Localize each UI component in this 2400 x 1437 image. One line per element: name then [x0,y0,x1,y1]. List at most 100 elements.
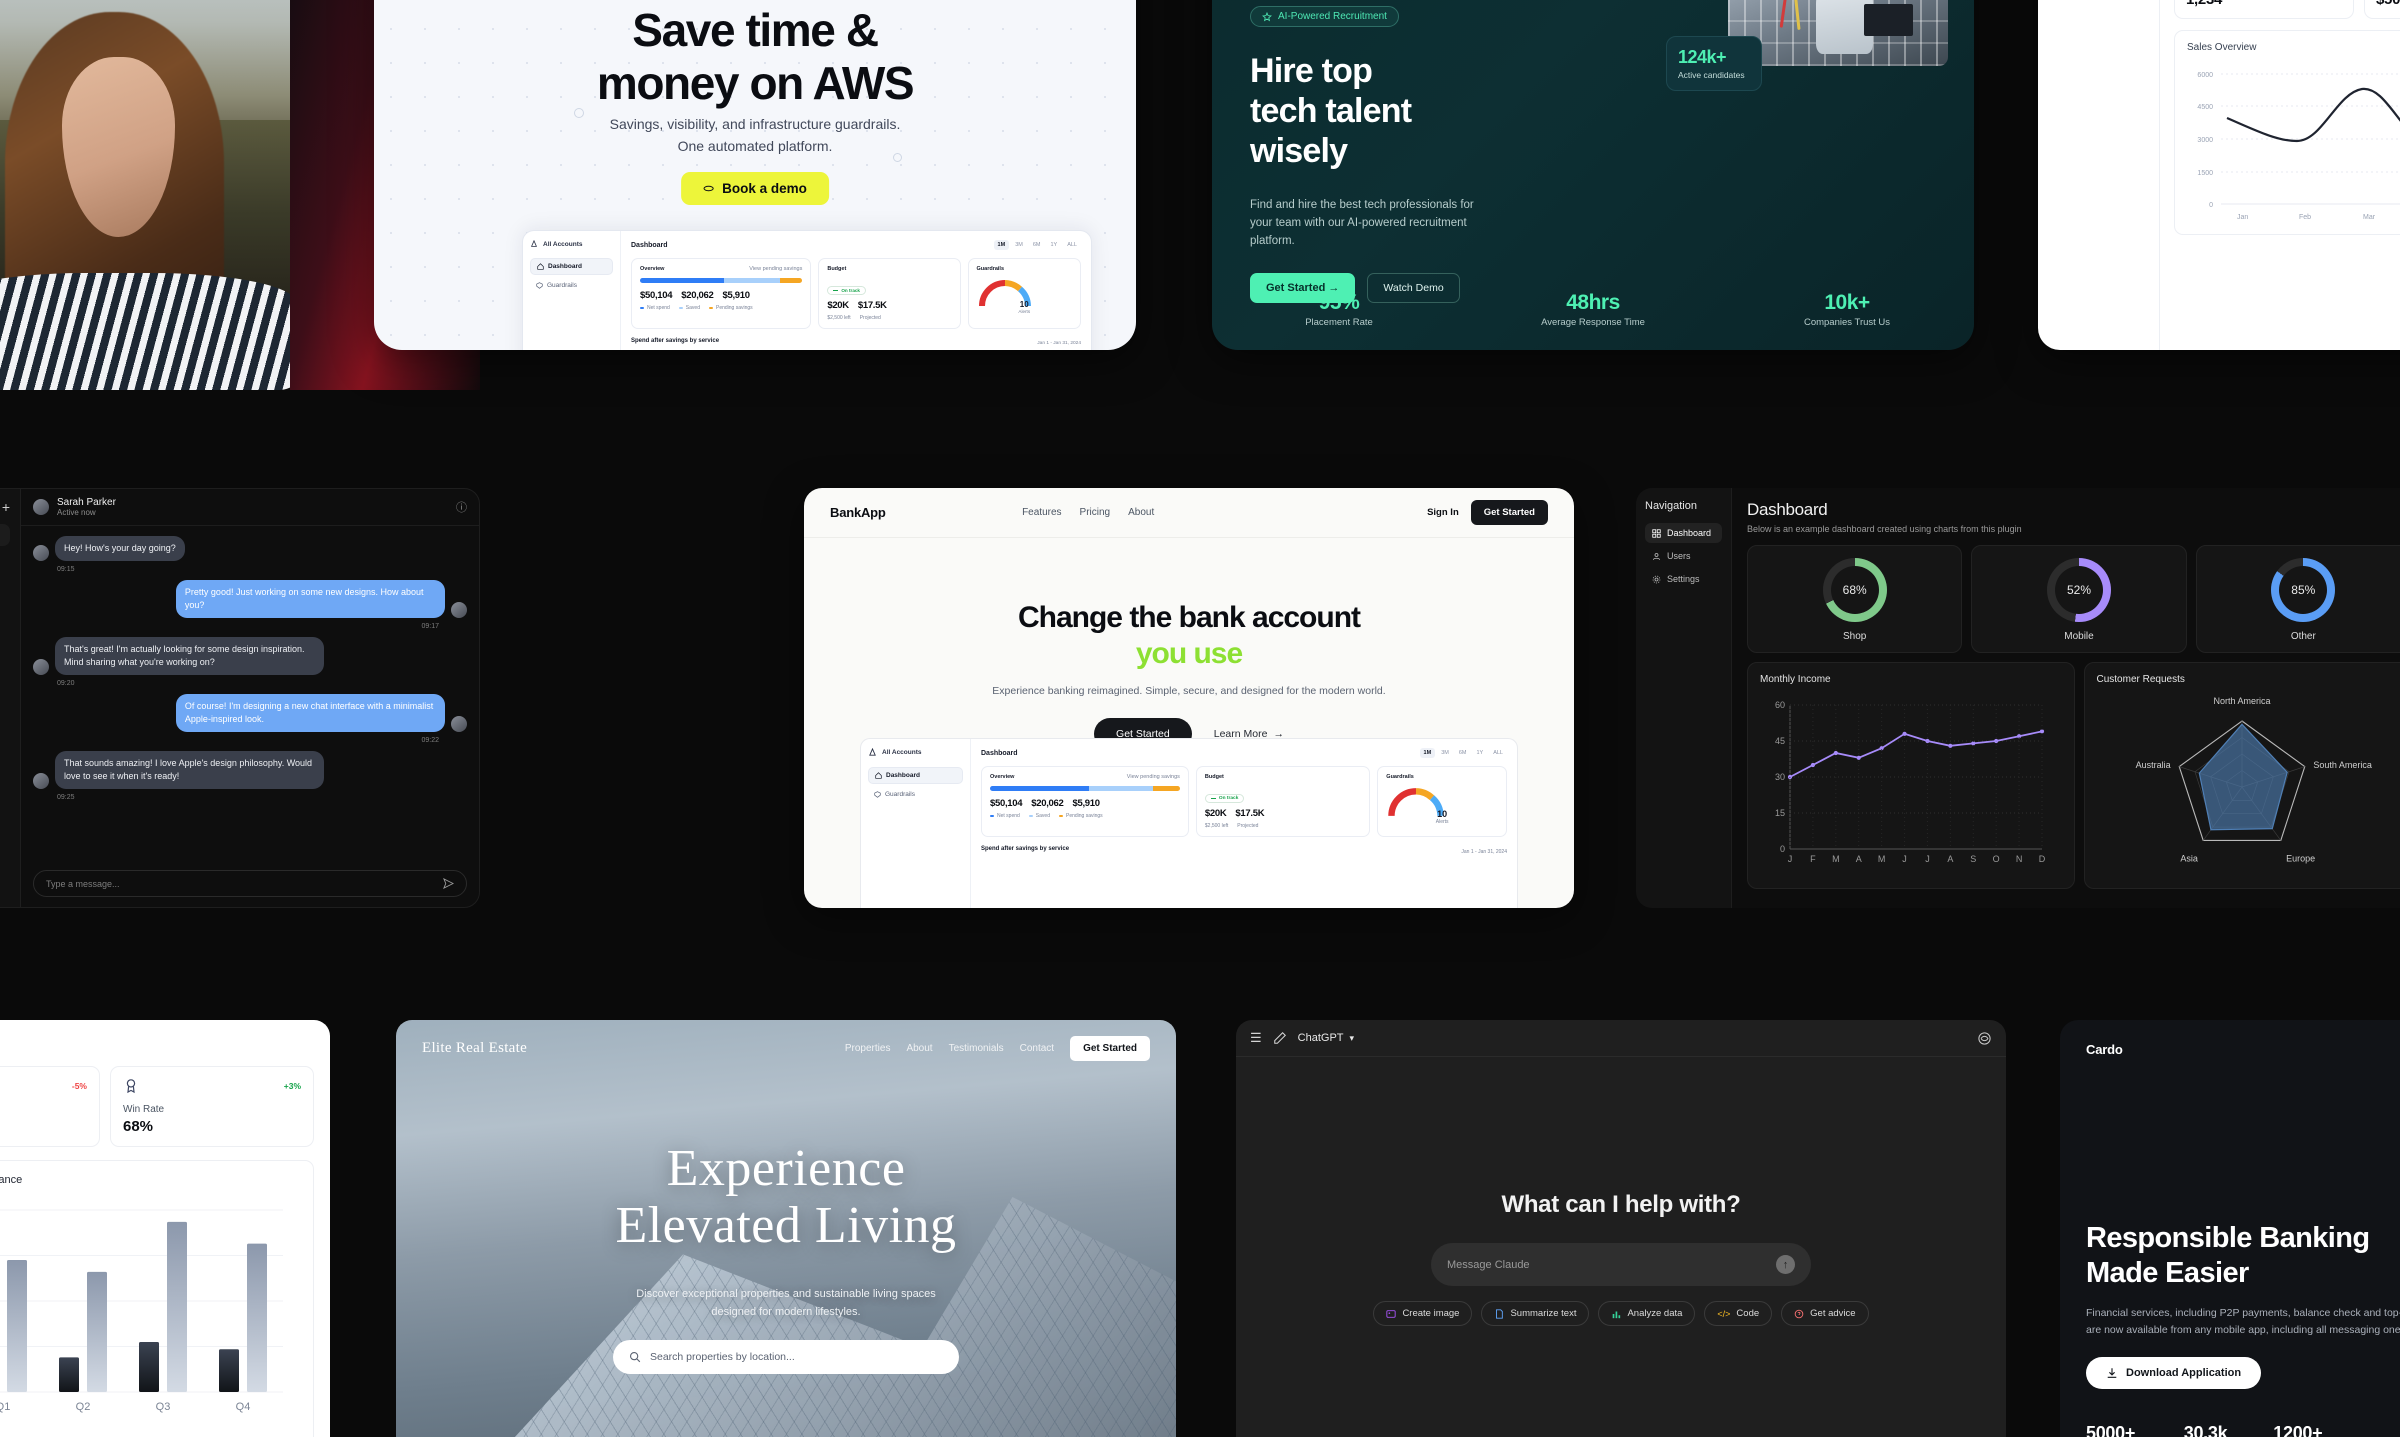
svg-text:Feb: Feb [2299,214,2311,221]
stat-item: 30.3kDownload [2183,1423,2228,1437]
aws-shot-main: Dashboard 1M 3M 6M 1Y ALL Overview View … [621,231,1091,350]
user-icon [1652,552,1661,561]
stat-item: 5000+Active users [2086,1423,2136,1437]
menu-icon[interactable]: ☰ [1250,1030,1262,1046]
add-chat-icon[interactable]: + [2,499,10,515]
message-row: Of course! I'm designing a new chat inte… [33,694,467,733]
sparkle-icon [703,183,714,194]
aws-spend-title: Spend after savings by service [631,337,720,344]
gpt-message-input[interactable]: Message Claude ↑ [1431,1243,1811,1286]
re-get-started-button[interactable]: Get Started [1070,1036,1150,1061]
dash-nav-users[interactable]: Users [1645,546,1722,566]
aws-date-range[interactable]: Jan 1 - Jan 31, 2024 [1037,341,1081,346]
kpi-total-customers: +12% Total Customers 1,234 [2174,0,2354,19]
aws-shot-title: Dashboard [631,241,668,249]
svg-text:J: J [1925,854,1930,864]
crm-main: Welcome back! Here's your overview. +12%… [2160,0,2400,350]
property-search-input[interactable]: Search properties by location... [613,1340,959,1374]
bank-budget-badge: On track [1204,793,1245,803]
chat-conversation: Sarah Parker Active now ⓘ Hey! How's you… [21,489,479,907]
book-demo-button[interactable]: Book a demo [681,172,829,205]
get-started-button[interactable]: Get Started [1470,500,1548,525]
dash-nav-dashboard[interactable]: Dashboard [1645,523,1722,543]
cardo-landing-card: Cardo Responsible Banking Made Easier Fi… [2060,1020,2400,1437]
aws-budget-badge: On track [827,285,866,295]
svg-text:0: 0 [2209,202,2213,209]
bank-account-selector[interactable]: All Accounts [868,748,963,757]
gallery-canvas: Save time & money on AWS Savings, visibi… [0,0,2400,1437]
hire-stats-row: 95% Placement Rate 48hrs Average Response … [1212,291,1974,328]
star-icon [1262,11,1272,22]
re-logo[interactable]: Elite Real Estate [422,1040,527,1057]
cardo-paragraph: Financial services, including P2P paymen… [2086,1306,2400,1336]
message-timestamp: 09:20 [57,680,75,688]
bank-navbar: BankApp Features Pricing About Sign In G… [804,488,1574,538]
aws-landing-card: Save time & money on AWS Savings, visibi… [374,0,1136,350]
chat-contact-item[interactable]: Mike Johnson In a meeting [0,593,10,616]
nav-link-contact[interactable]: Contact [1020,1043,1054,1054]
sign-in-link[interactable]: Sign In [1427,507,1459,518]
svg-text:Australia: Australia [2135,760,2170,770]
aws-account-selector[interactable]: All Accounts [530,240,613,248]
bank-shot-nav-guardrails[interactable]: Guardrails [868,787,963,802]
stat-item: 1200+Reviews [2273,1423,2323,1437]
quarterly-performance-chart: Quarterly Performance $0$50$100$150$200Q… [0,1160,314,1437]
aws-overview-values: $50,104 $20,062 $5,910 [640,290,750,301]
image-icon [1386,1309,1397,1319]
nav-link-about[interactable]: About [906,1043,932,1054]
bank-logo[interactable]: BankApp [830,505,886,520]
svg-text:M: M [1832,854,1840,864]
new-chat-icon[interactable] [1273,1031,1287,1045]
aws-shot-nav-guardrails[interactable]: Guardrails [530,278,613,293]
nav-link-about[interactable]: About [1128,507,1154,518]
suggestion-get-advice[interactable]: Get advice [1781,1301,1869,1326]
chat-contact-item[interactable]: Tom Anderson Busy [0,663,10,686]
nav-link-features[interactable]: Features [1022,507,1061,518]
suggestion-code[interactable]: </> Code [1704,1301,1773,1326]
bank-shot-header: Dashboard 1M 3M 6M 1Y ALL [981,748,1507,758]
aws-headline: Save time & money on AWS [596,4,915,110]
aws-overview-legend: Net spend Saved Pending savings [640,305,802,311]
bank-shot-main: Dashboard 1M 3M 6M 1Y ALL Overview View … [971,739,1517,908]
crm-chart-title: Sales Overview [2187,42,2257,53]
bank-range-selector[interactable]: 1M 3M 6M 1Y ALL [1419,748,1507,758]
chat-message-input[interactable]: Type a message... [33,870,467,897]
info-icon[interactable]: ⓘ [456,499,467,515]
suggestion-analyze-data[interactable]: Analyze data [1598,1301,1696,1326]
nav-link-testimonials[interactable]: Testimonials [949,1043,1004,1054]
bank-nav-links: Features Pricing About [1022,507,1154,518]
suggestion-summarize-text[interactable]: Summarize text [1481,1301,1590,1326]
aws-spend-bar [640,278,803,283]
openai-logo-icon[interactable] [1977,1031,1992,1046]
model-selector[interactable]: ChatGPT ▾ [1298,1032,1354,1044]
bank-date-range[interactable]: Jan 1 - Jan 31, 2024 [1461,849,1507,855]
nav-link-properties[interactable]: Properties [845,1043,891,1054]
svg-text:S: S [1970,854,1976,864]
aws-range-selector[interactable]: 1M 3M 6M 1Y ALL [993,240,1081,250]
plugin-dashboard-card: Navigation Dashboard Users Settings Dash… [1636,488,2400,908]
bank-shot-nav-dashboard[interactable]: Dashboard [868,767,963,784]
nav-link-pricing[interactable]: Pricing [1080,507,1111,518]
view-pending-savings-link[interactable]: View pending savings [1127,774,1180,780]
suggestion-create-image[interactable]: Create image [1373,1301,1473,1326]
crm-kpi-row: +12% Total Customers 1,234 +8% Revenue $… [2174,0,2400,19]
message-row: That's great! I'm actually looking for s… [33,637,467,676]
recruitment-landing-card: AI-Powered Recruitment Hire top tech tal… [1212,0,1974,350]
view-pending-savings-link[interactable]: View pending savings [749,266,802,272]
svg-text:1500: 1500 [2197,170,2213,177]
svg-text:North America: North America [2213,696,2270,706]
send-arrow-icon[interactable]: ↑ [1776,1255,1795,1274]
dash-nav-settings[interactable]: Settings [1645,569,1722,589]
download-application-button[interactable]: Download Application [2086,1357,2262,1390]
send-icon[interactable] [443,878,454,889]
chat-search-input[interactable]: Search... [0,524,10,546]
laptop [1864,3,1913,37]
chat-contact-item[interactable]: Sarah Parker Working on the new design [0,558,10,581]
cardo-logo[interactable]: Cardo [2086,1042,2400,1057]
book-demo-label: Book a demo [722,181,807,196]
chat-contact-item[interactable]: Emma Wilson Available [0,628,10,651]
aws-shot-nav-dashboard[interactable]: Dashboard [530,258,613,275]
monthly-income-chart: Monthly Income 0 15 30 45 60 J F M A M J J A S O N D [1747,662,2075,889]
gpt-toolbar: ☰ ChatGPT ▾ [1236,1020,2006,1057]
chat-messages: Hey! How's your day going? 09:15 Pretty … [21,526,479,862]
